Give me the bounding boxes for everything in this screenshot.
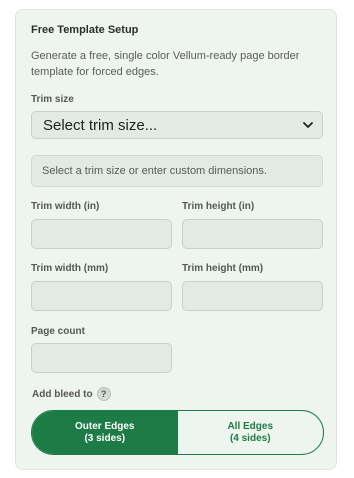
trim-height-in-label: Trim height (in) xyxy=(182,201,255,212)
trim-width-in-label: Trim width (in) xyxy=(31,201,100,212)
trim-width-mm-input[interactable] xyxy=(31,281,172,311)
bleed-label-row: Add bleed to ? xyxy=(32,387,111,401)
trim-height-in-input[interactable] xyxy=(182,219,323,249)
trim-size-select[interactable]: Select trim size... xyxy=(31,111,323,139)
bleed-toggle: Outer Edges (3 sides) All Edges (4 sides… xyxy=(31,410,324,455)
page-count-label: Page count xyxy=(31,326,85,337)
trim-height-mm-label: Trim height (mm) xyxy=(182,263,264,274)
trim-height-mm-input[interactable] xyxy=(182,281,323,311)
all-edges-label: All Edges xyxy=(227,420,274,432)
all-edges-option[interactable]: All Edges (4 sides) xyxy=(178,411,324,454)
question-circle-icon[interactable]: ? xyxy=(96,387,111,401)
panel-description: Generate a free, single color Vellum-rea… xyxy=(31,50,300,78)
trim-width-in-input[interactable] xyxy=(31,219,172,249)
outer-edges-option[interactable]: Outer Edges (3 sides) xyxy=(32,411,178,454)
trim-size-hint: Select a trim size or enter custom dimen… xyxy=(31,155,323,187)
trim-width-mm-label: Trim width (mm) xyxy=(31,263,109,274)
bleed-label: Add bleed to xyxy=(32,388,93,400)
panel-title: Free Template Setup xyxy=(31,24,139,36)
outer-edges-label: Outer Edges xyxy=(75,420,135,432)
template-setup-panel: Free Template Setup Generate a free, sin… xyxy=(15,9,337,470)
page-count-input[interactable] xyxy=(31,343,172,373)
outer-edges-sides: (3 sides) xyxy=(84,432,126,444)
chevron-down-icon xyxy=(302,119,314,131)
trim-size-selected-value: Select trim size... xyxy=(43,116,158,134)
all-edges-sides: (4 sides) xyxy=(229,432,271,444)
trim-size-label: Trim size xyxy=(31,94,74,105)
